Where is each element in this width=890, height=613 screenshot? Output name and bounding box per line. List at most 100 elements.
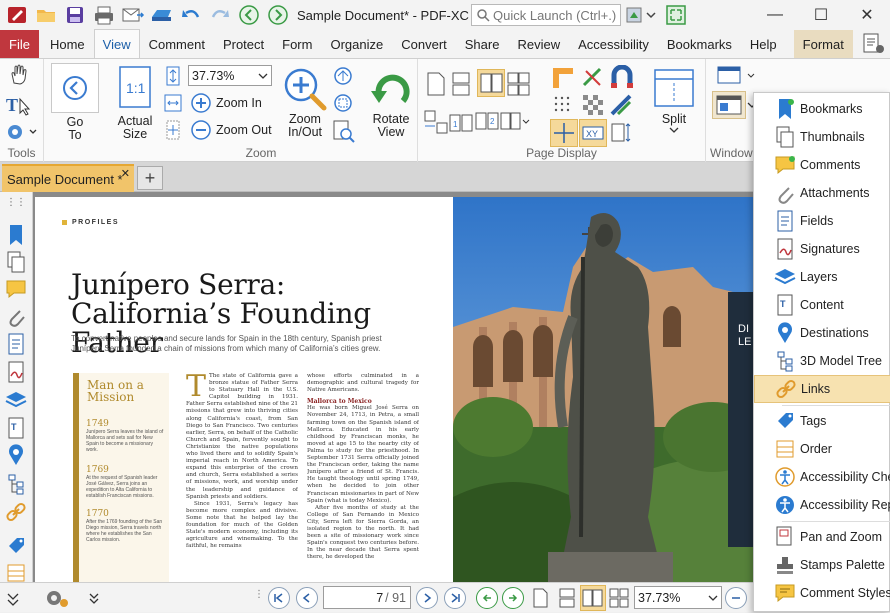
menu-item-order[interactable]: Order xyxy=(754,435,890,463)
split-horizontal-icon[interactable] xyxy=(423,109,449,135)
grid-dots-icon[interactable] xyxy=(550,92,578,118)
expand-icon[interactable] xyxy=(88,589,100,607)
zoom-out-button[interactable]: Zoom Out xyxy=(190,119,272,141)
facing-view-button[interactable] xyxy=(580,585,606,611)
menu-item-attachments[interactable]: Attachments xyxy=(754,179,890,207)
split-button[interactable]: Split xyxy=(650,67,698,134)
tab-comment[interactable]: Comment xyxy=(140,30,214,58)
tab-convert[interactable]: Convert xyxy=(392,30,456,58)
open-folder-icon[interactable] xyxy=(33,3,59,27)
document-viewer[interactable]: PROFILES Junípero Serra: California’s Fo… xyxy=(33,192,755,582)
comments-panel-icon[interactable] xyxy=(4,278,28,300)
fullscreen-icon[interactable] xyxy=(663,4,689,26)
previous-view-button[interactable] xyxy=(476,587,498,609)
previous-page-button[interactable] xyxy=(296,587,318,609)
tab-review[interactable]: Review xyxy=(508,30,569,58)
menu-item-thumbnails[interactable]: Thumbnails xyxy=(754,123,890,151)
next-page-button[interactable] xyxy=(416,587,438,609)
tab-format[interactable]: Format xyxy=(793,30,853,58)
page-number-input[interactable]: 7/ 91 xyxy=(323,586,411,609)
pan-zoom-window-icon[interactable] xyxy=(331,119,357,143)
tab-view[interactable]: View xyxy=(93,29,140,58)
menu-item-links[interactable]: Links xyxy=(754,375,890,403)
close-tab-icon[interactable]: ✕ xyxy=(121,167,130,180)
continuous-facing-view-icon[interactable] xyxy=(608,587,630,609)
panel-bar-grip-icon[interactable]: ⋮⋮ xyxy=(4,196,28,208)
save-icon[interactable] xyxy=(62,3,88,27)
email-icon[interactable] xyxy=(120,3,146,27)
menu-item-content[interactable]: T Content xyxy=(754,291,890,319)
menu-item-signatures[interactable]: Signatures xyxy=(754,235,890,263)
tags-panel-icon[interactable] xyxy=(4,535,28,557)
close-button[interactable]: ✕ xyxy=(844,0,890,30)
menu-item-stamps-palette[interactable]: Stamps Palette xyxy=(754,551,890,579)
thumbnails-panel-icon[interactable] xyxy=(4,251,28,273)
fit-page-icon[interactable] xyxy=(162,65,184,87)
quick-launch-input[interactable]: Quick Launch (Ctrl+.) xyxy=(471,4,621,26)
document-settings-icon[interactable] xyxy=(861,32,887,56)
continuous-view-icon[interactable] xyxy=(556,587,578,609)
menu-item-bookmarks[interactable]: Bookmarks xyxy=(754,95,890,123)
back-icon[interactable] xyxy=(236,3,262,27)
tab-share[interactable]: Share xyxy=(456,30,509,58)
zoom-in-button[interactable]: Zoom In xyxy=(190,92,262,114)
actual-size-button[interactable]: 1:1 Actual Size xyxy=(113,65,157,141)
signatures-panel-icon[interactable] xyxy=(4,361,28,383)
customize-toolbar-icon[interactable] xyxy=(625,5,663,25)
layers-panel-icon[interactable] xyxy=(4,389,28,411)
tab-home[interactable]: Home xyxy=(41,30,94,58)
transparency-grid-icon[interactable] xyxy=(580,92,608,118)
facing-pages-button[interactable] xyxy=(477,69,505,97)
maximize-button[interactable]: ☐ xyxy=(798,0,844,30)
menu-item-tags[interactable]: Tags xyxy=(754,407,890,435)
last-page-button[interactable] xyxy=(444,587,466,609)
single-page-icon[interactable] xyxy=(424,71,448,97)
menu-item-3d-model-tree[interactable]: 3D Model Tree xyxy=(754,347,890,375)
facing-cover-icon[interactable] xyxy=(499,109,531,135)
page-number-icon[interactable]: 1 xyxy=(448,109,474,135)
menu-item-comments[interactable]: Comments xyxy=(754,151,890,179)
scan-icon[interactable] xyxy=(149,3,175,27)
select-text-icon[interactable]: T xyxy=(4,93,34,117)
attachments-panel-icon[interactable] xyxy=(4,305,28,327)
fields-panel-icon[interactable] xyxy=(4,333,28,355)
crosshair-button[interactable] xyxy=(550,119,578,147)
tools-options-icon[interactable] xyxy=(4,121,40,143)
document-tab[interactable]: Sample Document * ✕ xyxy=(2,164,134,192)
new-window-icon[interactable] xyxy=(714,63,758,87)
collapse-statusbar-icon[interactable] xyxy=(4,589,28,609)
print-icon[interactable] xyxy=(91,3,117,27)
minimize-button[interactable]: — xyxy=(752,0,798,30)
links-panel-icon[interactable] xyxy=(4,501,28,523)
menu-item-accessibility-report[interactable]: Accessibility Repo xyxy=(754,491,890,519)
order-panel-icon[interactable] xyxy=(4,562,28,584)
forward-icon[interactable] xyxy=(265,3,291,27)
cover-page-icon[interactable]: 2 xyxy=(474,109,500,135)
menu-item-accessibility-check[interactable]: Accessibility Chec xyxy=(754,463,890,491)
go-to-button[interactable]: Go To xyxy=(51,63,99,142)
tab-accessibility[interactable]: Accessibility xyxy=(569,30,658,58)
next-view-button[interactable] xyxy=(502,587,524,609)
undo-icon[interactable] xyxy=(178,3,204,27)
ruler-icon[interactable] xyxy=(550,65,578,91)
dimensions-icon[interactable] xyxy=(608,119,636,147)
line-weights-icon[interactable] xyxy=(608,92,636,118)
model-tree-panel-icon[interactable] xyxy=(4,473,28,495)
redo-icon[interactable] xyxy=(207,3,233,27)
status-zoom-out-button[interactable] xyxy=(725,587,747,609)
rotate-view-button[interactable]: Rotate View xyxy=(367,67,415,139)
status-zoom-select[interactable]: 37.73% xyxy=(634,586,722,609)
continuous-facing-icon[interactable] xyxy=(506,71,532,97)
marquee-zoom-icon[interactable] xyxy=(331,65,357,87)
single-page-view-icon[interactable] xyxy=(530,587,550,609)
bookmarks-panel-icon[interactable] xyxy=(4,224,28,246)
tab-bookmarks[interactable]: Bookmarks xyxy=(658,30,741,58)
destinations-panel-icon[interactable] xyxy=(4,444,28,466)
zoom-level-select[interactable]: 37.73% xyxy=(188,65,272,86)
tab-protect[interactable]: Protect xyxy=(214,30,273,58)
app-logo-icon[interactable] xyxy=(4,3,30,27)
loupe-icon[interactable] xyxy=(331,92,357,114)
hand-tool-icon[interactable] xyxy=(6,63,32,87)
menu-item-layers[interactable]: Layers xyxy=(754,263,890,291)
statusbar-settings-icon[interactable] xyxy=(42,586,78,610)
